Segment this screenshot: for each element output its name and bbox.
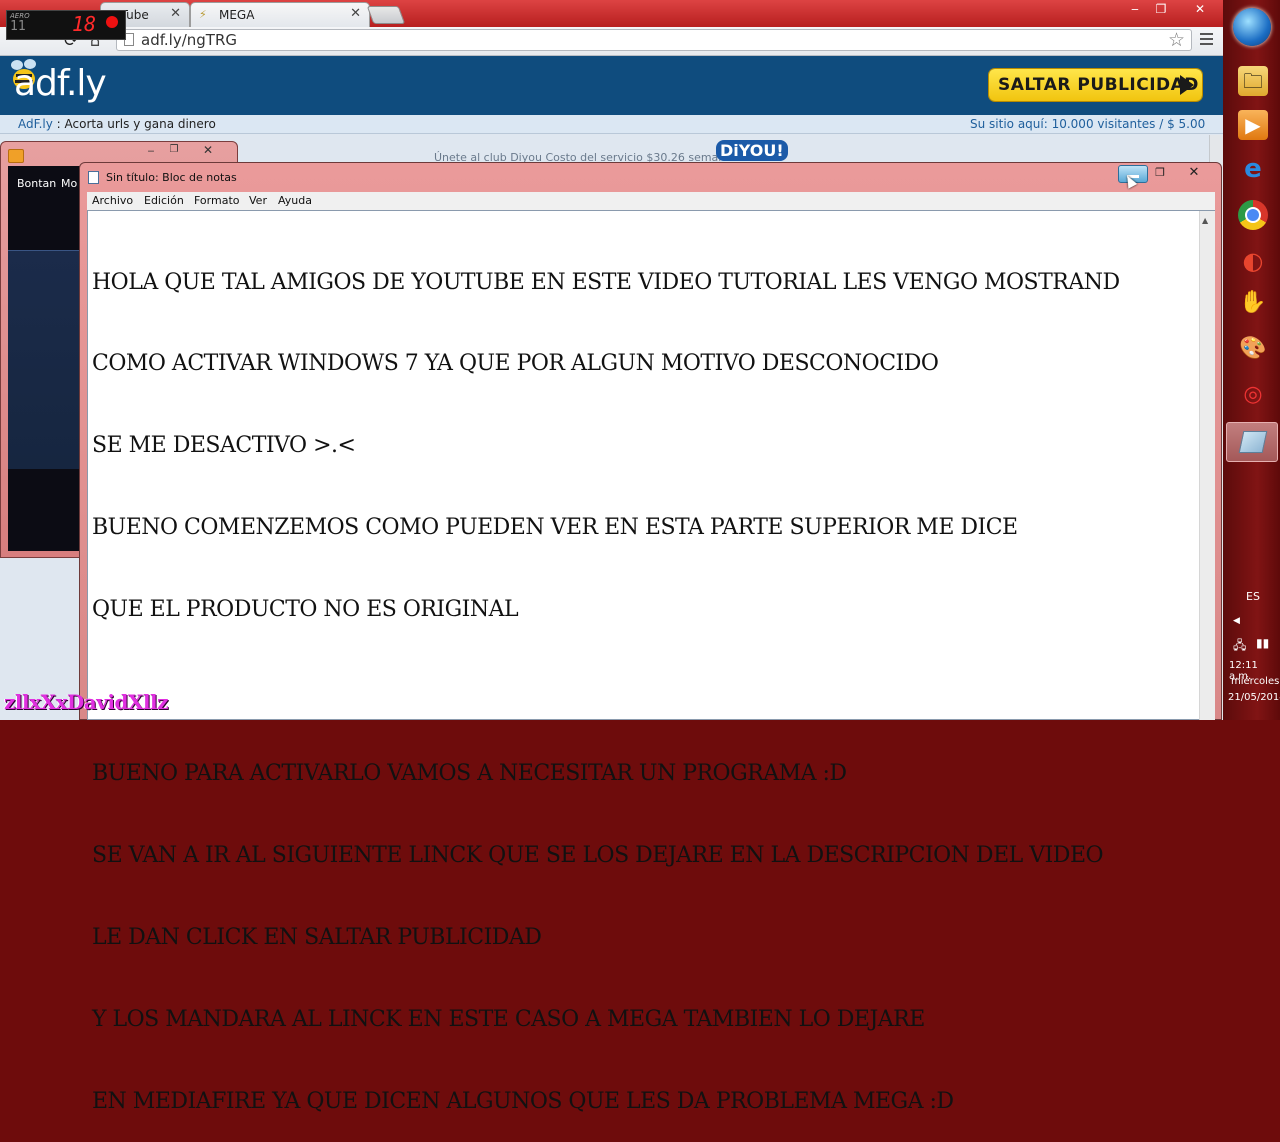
clock-date[interactable]: 21/05/2014 xyxy=(1228,692,1280,703)
notepad-icon xyxy=(88,171,99,184)
notepad-text[interactable]: HOLA QUE TAL AMIGOS DE YOUTUBE EN ESTE V… xyxy=(92,214,1197,1142)
media-player-panel xyxy=(8,250,80,469)
chrome-menu-icon[interactable] xyxy=(1200,33,1213,48)
adfly-logo[interactable]: adf.ly xyxy=(14,63,107,104)
adfly-tagline-text: : Acorta urls y gana dinero xyxy=(52,117,216,131)
notepad-scrollbar[interactable] xyxy=(1199,211,1215,720)
notepad-title: Sin título: Bloc de notas xyxy=(106,171,237,184)
clock-day[interactable]: miércoles xyxy=(1231,676,1279,687)
explorer-icon[interactable]: 🗀 xyxy=(1238,66,1268,96)
text-line: SE VAN A IR AL SIGUIENTE LINCK QUE SE LO… xyxy=(92,842,1104,868)
browser-minimize-button[interactable]: ‒ xyxy=(1122,0,1148,19)
tab-youtube-close-icon[interactable]: ✕ xyxy=(170,6,181,21)
adfly-brand-link[interactable]: AdF.ly xyxy=(18,117,53,131)
mega-favicon-icon: ⚡ xyxy=(199,8,207,21)
media-maximize-button[interactable]: ❐ xyxy=(163,144,185,158)
chrome-icon[interactable] xyxy=(1238,200,1268,230)
paw-app-icon[interactable]: ✋ xyxy=(1238,288,1268,318)
text-line: LE DAN CLICK EN SALTAR PUBLICIDAD xyxy=(92,924,542,950)
media-tab[interactable]: Bontan xyxy=(17,177,56,190)
paint-icon[interactable]: 🎨 xyxy=(1238,334,1268,364)
play-arrow-icon xyxy=(1180,75,1194,95)
media-player-icon xyxy=(8,149,24,163)
notepad-taskbar-icon xyxy=(1238,431,1268,453)
watermark: zllxXxDavidXllz xyxy=(4,690,169,714)
menu-formato[interactable]: Formato xyxy=(194,194,240,207)
language-indicator[interactable]: ES xyxy=(1246,590,1260,603)
text-line xyxy=(92,678,1197,705)
internet-explorer-icon[interactable]: e xyxy=(1238,154,1268,184)
new-tab-button[interactable] xyxy=(366,6,406,24)
recording-dot-icon xyxy=(106,16,118,28)
start-button[interactable] xyxy=(1233,8,1271,46)
ccleaner-icon[interactable]: ◐ xyxy=(1238,246,1268,276)
fps-count: 11 xyxy=(10,19,26,34)
browser-close-button[interactable]: ✕ xyxy=(1178,0,1222,19)
media-player-taskbar-icon[interactable]: ▶ xyxy=(1238,110,1268,140)
text-line: BUENO COMENZEMOS COMO PUEDEN VER EN ESTA… xyxy=(92,515,1018,541)
text-line: SE ME DESACTIVO >.< xyxy=(92,433,356,459)
network-icon[interactable]: 🖧 xyxy=(1233,636,1246,657)
notepad-maximize-button[interactable]: ❐ xyxy=(1150,166,1170,182)
menu-edicion[interactable]: Edición xyxy=(144,194,184,207)
fps-value: 18 xyxy=(72,12,97,36)
text-line: HOLA QUE TAL AMIGOS DE YOUTUBE EN ESTE V… xyxy=(92,269,1120,295)
text-line: BUENO PARA ACTIVARLO VAMOS A NECESITAR U… xyxy=(92,760,847,786)
tab-mega-label: MEGA xyxy=(219,8,255,22)
address-bar[interactable] xyxy=(116,29,1192,51)
menu-archivo[interactable]: Archivo xyxy=(92,194,133,207)
text-line: EN MEDIAFIRE YA QUE DICEN ALGUNOS QUE LE… xyxy=(92,1088,954,1114)
media-close-button[interactable]: ✕ xyxy=(196,143,220,157)
media-minimize-button[interactable]: ‒ xyxy=(139,144,163,158)
bookmark-star-icon[interactable]: ☆ xyxy=(1168,29,1185,51)
show-hidden-icons-icon[interactable]: ◀ xyxy=(1233,616,1240,626)
text-line: QUE EL PRODUCTO NO ES ORIGINAL xyxy=(92,597,519,623)
scroll-up-icon[interactable]: ▲ xyxy=(1202,216,1208,225)
skip-ad-label: SALTAR PUBLICIDAD xyxy=(998,75,1199,95)
notepad-close-button[interactable]: ✕ xyxy=(1180,165,1208,182)
promo-logo[interactable]: DiYOU! xyxy=(716,140,788,161)
menu-ayuda[interactable]: Ayuda xyxy=(278,194,312,207)
signal-icon[interactable]: ▮▮ xyxy=(1256,636,1269,650)
adfly-tagline: AdF.ly : Acorta urls y gana dinero xyxy=(18,117,216,131)
skip-ad-button[interactable]: SALTAR PUBLICIDAD xyxy=(989,69,1202,101)
notepad-taskbar-button[interactable] xyxy=(1226,422,1278,462)
menu-ver[interactable]: Ver xyxy=(249,194,267,207)
adfly-advertise-link[interactable]: Su sitio aquí: 10.000 visitantes / $ 5.0… xyxy=(970,117,1205,131)
tab-mega-close-icon[interactable]: ✕ xyxy=(350,6,361,21)
browser-maximize-button[interactable]: ❐ xyxy=(1148,0,1174,19)
url-text[interactable]: adf.ly/ngTRG xyxy=(141,31,237,49)
media-tab[interactable]: Mo xyxy=(61,177,77,190)
text-line: Y LOS MANDARA AL LINCK EN ESTE CASO A ME… xyxy=(92,1006,925,1032)
tab-mega[interactable]: ⚡ MEGA ✕ xyxy=(190,2,370,27)
text-line: COMO ACTIVAR WINDOWS 7 YA QUE POR ALGUN … xyxy=(92,351,939,377)
recorder-icon[interactable]: ◎ xyxy=(1238,380,1268,410)
